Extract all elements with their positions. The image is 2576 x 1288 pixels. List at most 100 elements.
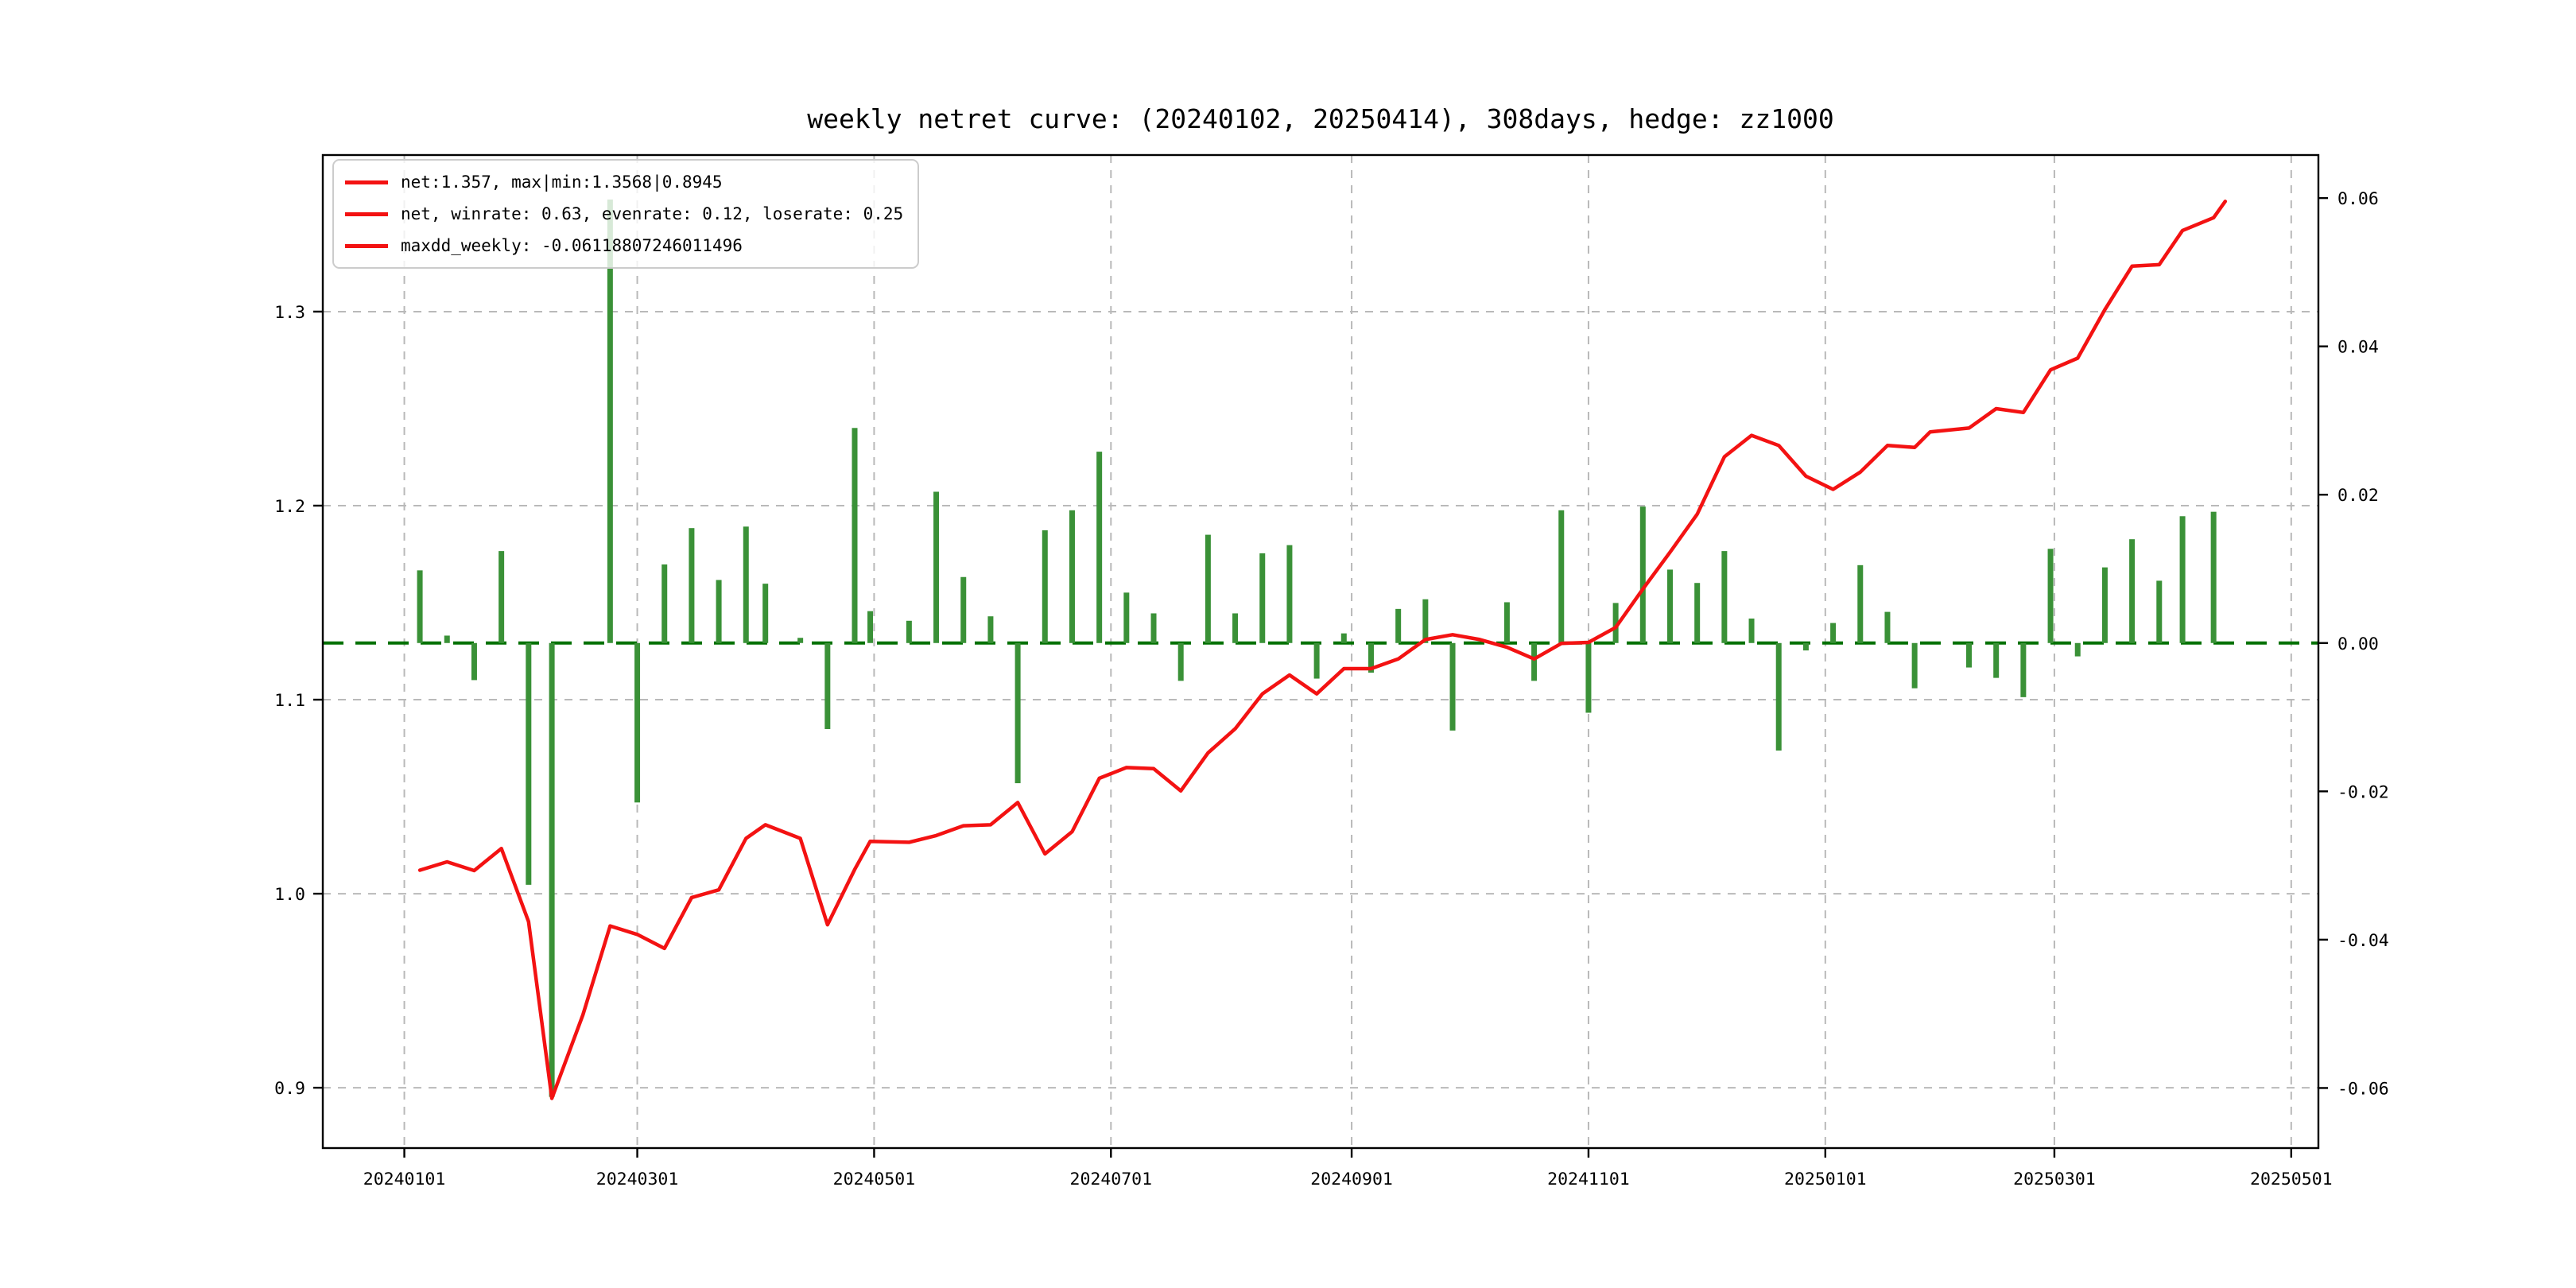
- weekly-return-bar: [526, 642, 532, 885]
- left-tick-label: 1.0: [274, 885, 305, 905]
- weekly-return-bar: [1830, 623, 1837, 643]
- weekly-return-bar: [444, 635, 450, 643]
- weekly-return-bar: [1177, 642, 1184, 681]
- weekly-return-bar: [1286, 545, 1293, 643]
- weekly-return-bar: [824, 642, 831, 729]
- x-tick-label: 20250301: [2013, 1170, 2096, 1189]
- weekly-return-bar: [716, 580, 722, 643]
- weekly-return-bar: [1014, 642, 1021, 784]
- weekly-return-bar: [1694, 583, 1701, 643]
- weekly-return-bar: [1531, 642, 1538, 681]
- weekly-return-bar: [2101, 567, 2108, 643]
- weekly-return-bar: [1748, 618, 1755, 643]
- legend-item-label: maxdd_weekly: -0.06118807246011496: [401, 236, 743, 255]
- legend-item: net:1.357, max|min:1.3568|0.8945: [345, 166, 903, 198]
- weekly-return-bar: [1775, 642, 1782, 751]
- right-tick-label: 0.02: [2337, 486, 2379, 506]
- legend-item-label: net, winrate: 0.63, evenrate: 0.12, lose…: [401, 204, 904, 223]
- left-tick-label: 1.1: [274, 691, 305, 711]
- net-curve: [417, 200, 2228, 1100]
- spines: [321, 153, 2320, 1150]
- left-tick-label: 1.3: [274, 303, 305, 323]
- weekly-return-bar: [499, 551, 505, 643]
- right-tick-label: -0.04: [2337, 931, 2389, 951]
- weekly-return-bar: [867, 611, 874, 643]
- figure-canvas: 20240101 20240301 20240501 20240701 20240901…: [0, 0, 2576, 1288]
- weekly-return-bar: [743, 526, 749, 643]
- weekly-return-bar: [1232, 613, 1239, 643]
- x-tick-label: 20240701: [1070, 1170, 1153, 1189]
- legend-item: maxdd_weekly: -0.06118807246011496: [345, 230, 903, 262]
- weekly-return-bar: [689, 528, 695, 643]
- weekly-return-bar: [906, 620, 912, 643]
- right-tick-label: -0.02: [2337, 782, 2389, 802]
- right-tick-label: 0.00: [2337, 634, 2379, 654]
- weekly-return-bar: [471, 642, 477, 681]
- weekly-return-bar: [1585, 642, 1592, 713]
- weekly-return-bar: [1205, 534, 1211, 643]
- weekly-return-bar: [2129, 539, 2136, 643]
- weekly-return-bar: [1422, 599, 1429, 643]
- weekly-return-bar: [1721, 551, 1728, 643]
- weekly-return-bar: [1150, 613, 1157, 643]
- weekly-return-bar: [2047, 549, 2054, 643]
- weekly-return-bar: [2074, 642, 2081, 657]
- weekly-return-bar: [1503, 602, 1510, 643]
- axis-ticks-and-labels: 20240101 20240301 20240501 20240701 20240901…: [274, 189, 2389, 1189]
- weekly-return-bar: [1096, 452, 1103, 643]
- weekly-return-bar: [1449, 642, 1456, 731]
- weekly-return-bar: [2179, 516, 2186, 643]
- weekly-return-bar: [797, 638, 804, 643]
- legend: net:1.357, max|min:1.3568|0.8945 net, wi…: [332, 159, 920, 269]
- chart-title: weekly netret curve: (20240102, 20250414…: [807, 103, 1834, 134]
- plot-border: [321, 153, 2320, 1150]
- x-tick-label: 20240901: [1310, 1170, 1393, 1189]
- x-tick-label: 20241101: [1547, 1170, 1630, 1189]
- weekly-return-bar: [1259, 553, 1266, 643]
- weekly-return-bar: [1313, 642, 1320, 679]
- weekly-return-bar: [2156, 580, 2163, 643]
- weekly-return-bar: [1884, 611, 1891, 643]
- weekly-return-bar: [960, 576, 967, 643]
- weekly-return-bar: [661, 564, 668, 643]
- x-tick-label: 20250101: [1784, 1170, 1867, 1189]
- right-tick-label: 0.06: [2337, 189, 2379, 209]
- weekly-return-bar: [2210, 511, 2217, 643]
- weekly-return-bar: [1802, 642, 1809, 651]
- legend-line-swatch: [345, 211, 388, 216]
- weekly-return-bar: [1966, 642, 1973, 668]
- legend-line-swatch: [345, 243, 388, 248]
- weekly-return-bar: [1857, 564, 1864, 643]
- net-line-group: [417, 200, 2228, 1100]
- right-tick-label: -0.06: [2337, 1079, 2389, 1099]
- weekly-return-bar: [933, 491, 940, 643]
- left-tick-label: 1.2: [274, 497, 305, 517]
- weekly-return-bar: [549, 642, 555, 1097]
- x-tick-label: 20240301: [596, 1170, 679, 1189]
- weekly-return-bar: [1042, 530, 1048, 643]
- weekly-return-bar: [1395, 608, 1402, 643]
- weekly-return-bar: [634, 642, 641, 803]
- weekly-return-bar: [1639, 506, 1646, 643]
- weekly-return-bar: [852, 428, 858, 643]
- weekly-return-bar: [1993, 642, 2000, 678]
- weekly-return-bar: [987, 616, 994, 643]
- x-tick-label: 20250501: [2250, 1170, 2333, 1189]
- left-tick-label: 0.9: [274, 1079, 305, 1099]
- weekly-return-bar: [762, 584, 769, 643]
- x-tick-label: 20240101: [363, 1170, 446, 1189]
- weekly-return-bar: [1911, 642, 1918, 689]
- weekly-return-bars: [417, 199, 2217, 1097]
- legend-item-label: net:1.357, max|min:1.3568|0.8945: [401, 173, 723, 192]
- x-tick-label: 20240501: [833, 1170, 916, 1189]
- weekly-return-bar: [2020, 642, 2027, 697]
- right-tick-label: 0.04: [2337, 338, 2379, 358]
- legend-line-swatch: [345, 180, 388, 184]
- weekly-return-bar: [417, 570, 423, 643]
- weekly-return-bar: [1123, 592, 1130, 643]
- legend-item: net, winrate: 0.63, evenrate: 0.12, lose…: [345, 198, 903, 230]
- gridlines: [323, 155, 2318, 1148]
- weekly-return-bar: [1666, 569, 1673, 643]
- weekly-return-bar: [1069, 510, 1075, 643]
- weekly-return-bar: [1340, 633, 1347, 643]
